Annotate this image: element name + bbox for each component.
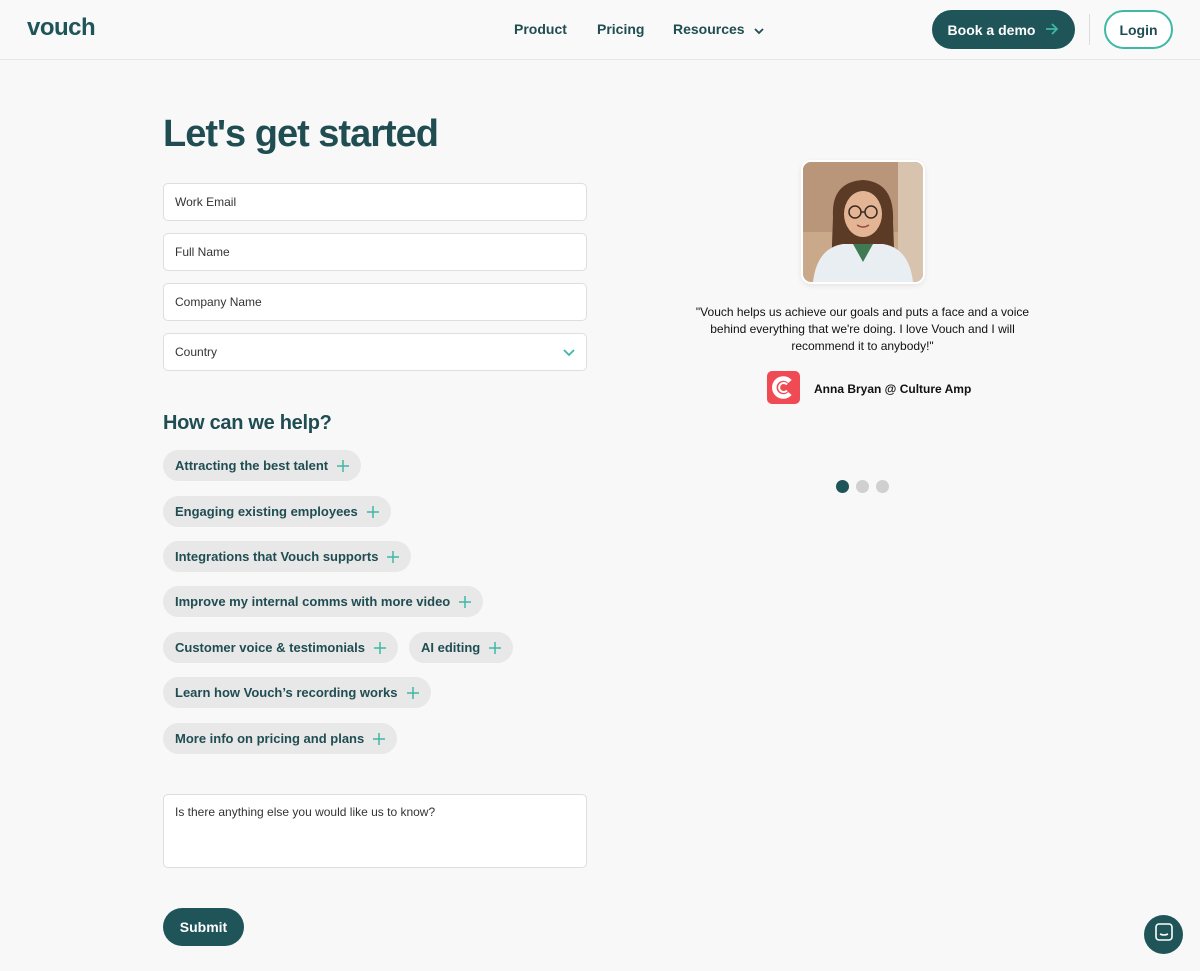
chevron-down-icon (563, 346, 575, 360)
chip-label: Attracting the best talent (175, 458, 329, 473)
nav-resources-label: Resources (673, 21, 745, 37)
header-divider (1089, 14, 1090, 45)
chip-label: More info on pricing and plans (175, 731, 365, 746)
chip-ai-editing[interactable]: AI editing (409, 632, 514, 663)
plus-icon (387, 550, 400, 563)
full-name-field[interactable]: Full Name (163, 233, 587, 271)
chip-customer-voice[interactable]: Customer voice & testimonials (163, 632, 398, 663)
chat-icon (1154, 923, 1173, 946)
carousel-dot-1[interactable] (836, 480, 849, 493)
additional-info-textarea[interactable]: Is there anything else you would like us… (163, 794, 587, 868)
chip-attracting-talent[interactable]: Attracting the best talent (163, 450, 362, 481)
chip-label: Learn how Vouch’s recording works (175, 685, 398, 700)
carousel-dot-3[interactable] (876, 480, 889, 493)
company-name-field[interactable]: Company Name (163, 283, 587, 321)
book-demo-label: Book a demo (947, 21, 1036, 38)
chip-recording[interactable]: Learn how Vouch’s recording works (163, 677, 431, 708)
help-heading: How can we help? (163, 412, 332, 434)
book-demo-button[interactable]: Book a demo (932, 10, 1075, 49)
work-email-field[interactable]: Work Email (163, 183, 587, 221)
testimonial-author: Anna Bryan @ Culture Amp (814, 382, 972, 396)
carousel-dot-2[interactable] (856, 480, 869, 493)
plus-icon (373, 732, 386, 745)
testimonial-photo (801, 160, 925, 284)
chip-label: AI editing (421, 640, 481, 655)
plus-icon (374, 641, 386, 654)
company-name-placeholder: Company Name (175, 295, 262, 309)
chip-label: Engaging existing employees (175, 504, 358, 519)
nav-product[interactable]: Product (514, 21, 567, 37)
testimonial-quote: "Vouch helps us achieve our goals and pu… (695, 305, 1030, 353)
arrow-right-icon (1045, 22, 1059, 38)
full-name-placeholder: Full Name (175, 245, 230, 259)
chip-pricing-plans[interactable]: More info on pricing and plans (163, 723, 398, 754)
chip-label: Customer voice & testimonials (175, 640, 365, 655)
plus-icon (489, 641, 502, 654)
chip-label: Integrations that Vouch supports (175, 549, 379, 564)
plus-icon (337, 459, 350, 472)
chip-internal-comms[interactable]: Improve my internal comms with more vide… (163, 586, 484, 617)
plus-icon (459, 595, 472, 608)
plus-icon (366, 505, 379, 518)
culture-amp-logo (767, 371, 800, 404)
submit-button[interactable]: Submit (163, 908, 244, 946)
page-title: Let's get started (163, 113, 439, 155)
site-header: vouch Product Pricing Resources Book a d… (0, 0, 1200, 60)
plus-icon (406, 686, 419, 699)
textarea-placeholder: Is there anything else you would like us… (175, 805, 436, 819)
country-placeholder: Country (175, 345, 218, 359)
country-select[interactable]: Country (163, 333, 587, 371)
login-button[interactable]: Login (1104, 10, 1173, 49)
vouch-logo[interactable]: vouch (27, 14, 96, 42)
chevron-down-icon (754, 22, 765, 38)
chip-label: Improve my internal comms with more vide… (175, 594, 451, 609)
chip-engaging-employees[interactable]: Engaging existing employees (163, 496, 391, 527)
work-email-placeholder: Work Email (175, 195, 237, 209)
nav-pricing[interactable]: Pricing (597, 21, 644, 37)
chat-launcher-button[interactable] (1144, 915, 1183, 954)
chip-integrations[interactable]: Integrations that Vouch supports (163, 541, 412, 572)
nav-resources[interactable]: Resources (673, 21, 765, 38)
